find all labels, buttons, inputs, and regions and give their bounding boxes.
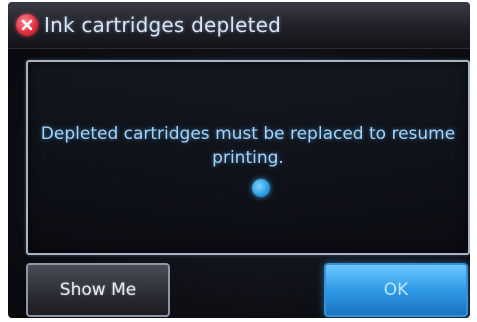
printer-display: Ink cartridges depleted Depleted cartrid… — [8, 2, 470, 318]
error-message: Depleted cartridges must be replaced to … — [40, 124, 456, 168]
show-me-button[interactable]: Show Me — [26, 263, 170, 317]
ok-button[interactable]: OK — [324, 263, 468, 317]
error-x-icon — [16, 14, 38, 36]
busy-dot-icon — [252, 179, 270, 197]
title-bar: Ink cartridges depleted — [8, 2, 470, 49]
photo-frame: Ink cartridges depleted Depleted cartrid… — [0, 0, 477, 322]
message-panel: Depleted cartridges must be replaced to … — [26, 60, 470, 255]
dialog-title: Ink cartridges depleted — [44, 13, 282, 37]
